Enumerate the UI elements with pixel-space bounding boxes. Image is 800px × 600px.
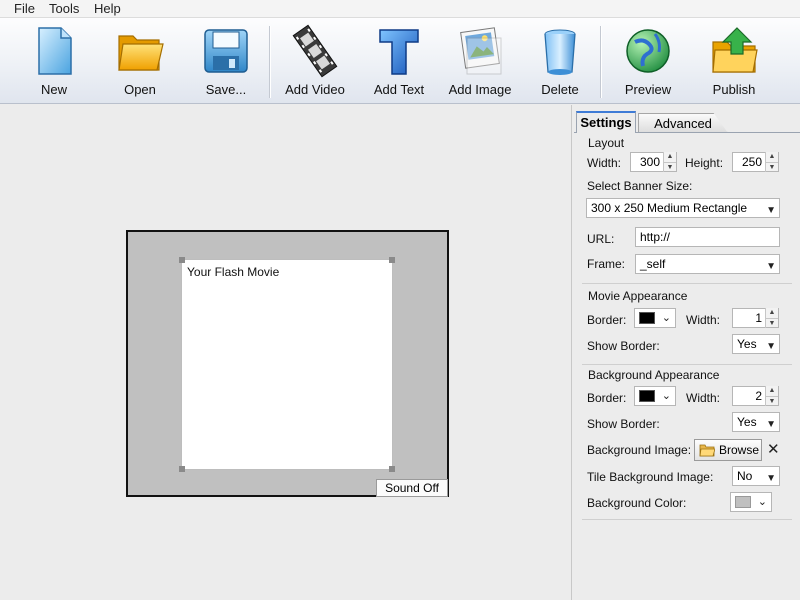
frame-select[interactable]: _self ▼ [635, 254, 780, 274]
chevron-down-icon: ⌄ [661, 312, 671, 324]
add-text-button[interactable]: Add Text [359, 22, 439, 100]
layout-height-label: Height: [685, 156, 724, 170]
frame-label: Frame: [587, 257, 626, 271]
open-folder-icon [118, 35, 164, 71]
browse-button[interactable]: Browse [694, 439, 762, 461]
text-t-icon [379, 29, 419, 75]
section-divider [582, 364, 792, 365]
banner-size-value: 300 x 250 Medium Rectangle [591, 201, 748, 215]
tile-bg-label: Tile Background Image: [587, 470, 714, 484]
movie-border-label: Border: [587, 313, 627, 327]
folder-icon [699, 444, 715, 457]
menu-bar: File Tools Help [0, 0, 800, 18]
save-button[interactable]: Save... [186, 22, 266, 100]
bg-show-border-value: Yes [737, 415, 757, 429]
movie-width-label: Width: [686, 313, 721, 327]
picture-icon [460, 27, 502, 75]
new-label: New [40, 82, 67, 97]
resize-handle-bl[interactable] [179, 466, 185, 472]
add-video-button[interactable]: Add Video [275, 22, 355, 100]
bg-image-label: Background Image: [587, 443, 692, 457]
movie-show-border-value: Yes [737, 337, 757, 351]
add-image-button[interactable]: Add Image [440, 22, 520, 100]
banner-stage: Your Flash Movie Sound Off [126, 230, 449, 497]
movie-border-color-picker[interactable]: ⌄ [634, 308, 676, 328]
section-divider [582, 283, 792, 284]
layout-width-label: Width: [587, 156, 622, 170]
new-button[interactable]: New [14, 22, 94, 100]
banner-size-select[interactable]: 300 x 250 Medium Rectangle ▼ [586, 198, 780, 218]
workspace: Your Flash Movie Sound Off [0, 105, 572, 600]
bg-border-color-picker[interactable]: ⌄ [634, 386, 676, 406]
save-label: Save... [205, 82, 247, 97]
new-document-icon [38, 27, 72, 75]
bg-width-spinner[interactable]: ▲ ▼ [765, 386, 778, 406]
movie-text: Your Flash Movie [187, 265, 280, 279]
layout-height-spinner[interactable]: ▲ ▼ [765, 152, 778, 172]
flash-movie-area[interactable]: Your Flash Movie [179, 257, 395, 472]
movie-appearance-title: Movie Appearance [588, 289, 688, 303]
tile-bg-value: No [737, 469, 753, 483]
movie-show-border-label: Show Border: [587, 339, 660, 353]
globe-icon [626, 29, 670, 73]
url-input[interactable]: http:// [635, 227, 780, 247]
dropdown-arrow-icon: ▼ [766, 261, 776, 272]
browse-label: Browse [719, 443, 760, 457]
bg-color-picker[interactable]: ⌄ [730, 492, 772, 512]
bg-border-label: Border: [587, 391, 627, 405]
sound-off-button[interactable]: Sound Off [376, 479, 448, 497]
section-divider [582, 519, 792, 520]
toolbar-separator [269, 26, 271, 98]
tab-advanced[interactable]: Advanced [638, 113, 728, 133]
add-video-label: Add Video [285, 82, 345, 97]
bg-border-swatch [639, 390, 655, 402]
dropdown-arrow-icon: ▼ [766, 419, 776, 430]
resize-handle-tr[interactable] [389, 257, 395, 263]
banner-size-label: Select Banner Size: [587, 179, 693, 193]
film-strip-icon [292, 24, 338, 78]
layout-width-spinner[interactable]: ▲ ▼ [663, 152, 676, 172]
tab-settings[interactable]: Settings [576, 111, 636, 133]
bg-color-swatch [735, 496, 751, 508]
open-button[interactable]: Open [100, 22, 180, 100]
publish-button[interactable]: Publish [694, 22, 774, 100]
chevron-down-icon: ⌄ [661, 390, 671, 402]
properties-panel: Advanced Settings Layout Width: 300 ▲ ▼ H… [574, 105, 800, 600]
add-text-label: Add Text [373, 82, 425, 97]
tile-bg-select[interactable]: No ▼ [732, 466, 780, 486]
dropdown-arrow-icon: ▼ [766, 341, 776, 352]
dropdown-arrow-icon: ▼ [766, 205, 776, 216]
movie-border-swatch [639, 312, 655, 324]
movie-width-spinner[interactable]: ▲ ▼ [765, 308, 778, 328]
background-appearance-title: Background Appearance [588, 368, 720, 382]
layout-section-title: Layout [588, 136, 625, 150]
menu-tools[interactable]: Tools [45, 1, 83, 16]
preview-button[interactable]: Preview [608, 22, 688, 100]
resize-handle-tl[interactable] [179, 257, 185, 263]
add-image-label: Add Image [448, 82, 512, 97]
delete-button[interactable]: Delete [520, 22, 600, 100]
clear-bg-image-icon[interactable]: ✕ [767, 440, 780, 458]
floppy-disk-icon [204, 29, 248, 73]
recycle-bin-icon [544, 29, 576, 75]
publish-folder-arrow-icon [712, 27, 758, 73]
toolbar-separator [600, 26, 602, 98]
publish-label: Publish [712, 82, 756, 97]
movie-show-border-select[interactable]: Yes ▼ [732, 334, 780, 354]
bg-width-label: Width: [686, 391, 721, 405]
dropdown-arrow-icon: ▼ [766, 473, 776, 484]
preview-label: Preview [624, 82, 672, 97]
url-label: URL: [587, 232, 615, 246]
bg-show-border-select[interactable]: Yes ▼ [732, 412, 780, 432]
open-label: Open [124, 82, 156, 97]
bg-show-border-label: Show Border: [587, 417, 660, 431]
toolbar: New Open Save... Add Video Add Text Add … [0, 18, 800, 104]
menu-help[interactable]: Help [90, 1, 125, 16]
chevron-down-icon: ⌄ [757, 496, 767, 508]
menu-file[interactable]: File [10, 1, 39, 16]
resize-handle-br[interactable] [389, 466, 395, 472]
delete-label: Delete [541, 82, 579, 97]
frame-value: _self [640, 257, 666, 271]
bg-color-label: Background Color: [587, 496, 687, 510]
